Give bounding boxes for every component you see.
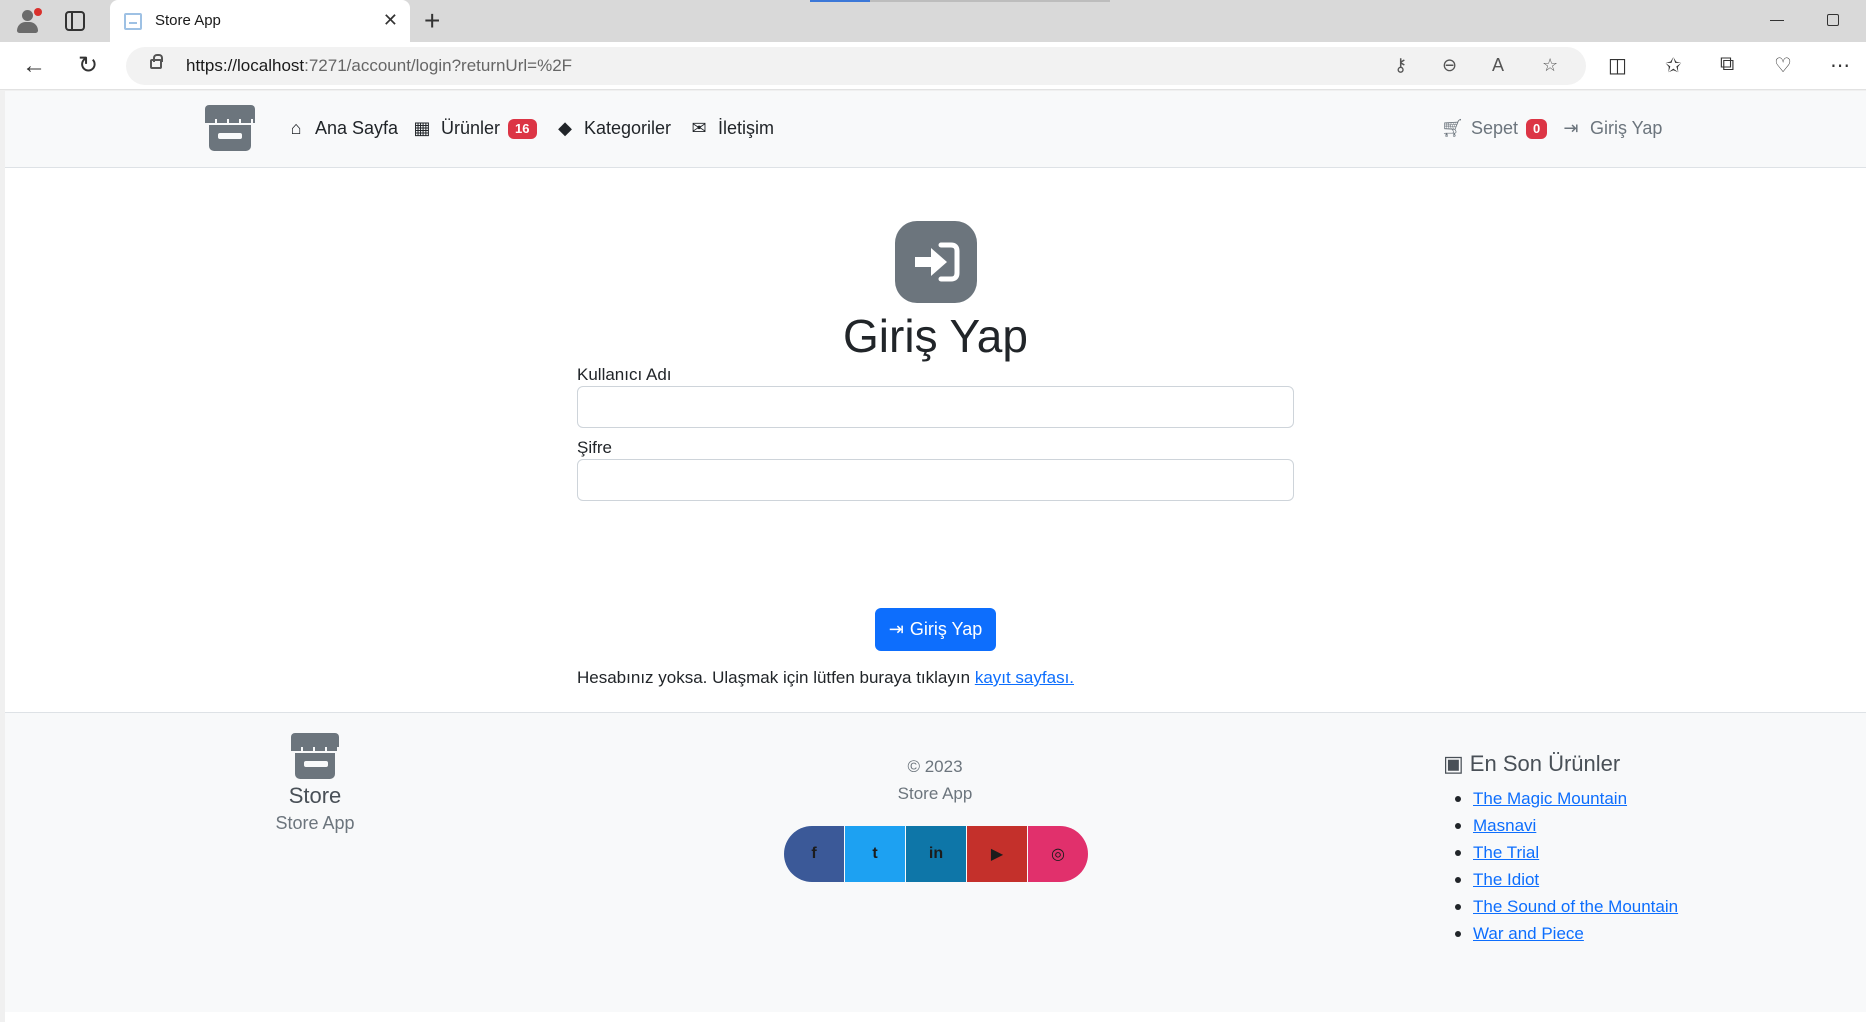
password-label: Şifre [577, 438, 612, 457]
nav-home-label: Ana Sayfa [315, 118, 399, 138]
restore-window-button[interactable] [1827, 14, 1839, 26]
site-navbar: ⌂ Ana Sayfa ▦ Ürünler 16 ◆ Kategoriler ✉… [5, 91, 1866, 168]
register-prompt-text: Hesabınız yoksa. Ulaşmak için lütfen bur… [577, 668, 971, 687]
tab-actions-icon[interactable] [65, 11, 85, 31]
nav-login-link[interactable]: ⇥ Giriş Yap [1560, 118, 1662, 139]
nav-categories-link[interactable]: ◆ Kategoriler [554, 118, 671, 139]
favorite-star-icon[interactable]: ☆ [1542, 55, 1558, 76]
page-title: Giriş Yap [843, 310, 1028, 362]
store-logo-icon [291, 733, 339, 779]
tab-strip-indicator [810, 0, 870, 2]
login-submit-label: Giriş Yap [909, 619, 983, 639]
box-icon: ▣ [1443, 751, 1464, 776]
list-item: The Idiot [1443, 866, 1683, 893]
copyright-text: © 2023 [907, 757, 963, 776]
tags-icon: ◆ [558, 118, 572, 138]
social-links: f t in ▶ ◎ [784, 826, 1088, 882]
envelope-icon: ✉ [691, 118, 707, 138]
house-icon: ⌂ [290, 118, 302, 138]
linkedin-icon[interactable]: in [906, 826, 966, 882]
cart-icon: 🛒︎ [1441, 118, 1464, 138]
username-input[interactable] [577, 386, 1294, 428]
address-bar[interactable]: https://localhost:7271/account/login?ret… [126, 47, 1586, 85]
recent-products-heading: ▣ En Son Ürünler [1443, 751, 1620, 777]
password-input[interactable] [577, 459, 1294, 501]
more-menu-icon[interactable]: ⋯ [1830, 53, 1850, 78]
nav-cart-label: Sepet [1471, 118, 1519, 138]
twitter-icon[interactable]: t [845, 826, 905, 882]
register-prompt: Hesabınız yoksa. Ulaşmak için lütfen bur… [577, 668, 1074, 688]
nav-categories-label: Kategoriler [584, 118, 672, 138]
product-link[interactable]: The Sound of the Mountain [1473, 897, 1678, 916]
username-label: Kullanıcı Adı [577, 365, 672, 384]
key-icon[interactable]: ⚷ [1394, 55, 1407, 76]
refresh-icon[interactable]: ↻ [78, 52, 98, 80]
web-page: ⌂ Ana Sayfa ▦ Ürünler 16 ◆ Kategoriler ✉… [5, 91, 1866, 1022]
browser-toolbar: ← ↻ https://localhost:7271/account/login… [0, 42, 1866, 90]
recent-products-title: En Son Ürünler [1469, 751, 1621, 776]
nav-products-label: Ürünler [441, 118, 501, 138]
nav-home-link[interactable]: ⌂ Ana Sayfa [285, 118, 399, 139]
boxes-icon: ▦ [413, 118, 431, 138]
footer-brand-subtitle: Store App [275, 813, 355, 833]
read-aloud-icon[interactable]: A [1492, 55, 1504, 76]
profile-icon[interactable] [14, 8, 42, 34]
browser-tab-bar: Store App ✕ + [0, 0, 1866, 42]
footer-app-name: Store App [897, 784, 973, 803]
sign-in-icon: ⇥ [888, 619, 904, 639]
minimize-window-button[interactable] [1770, 20, 1784, 21]
cart-count-badge: 0 [1526, 118, 1548, 139]
tab-strip-indicator [870, 0, 1110, 2]
zoom-out-icon[interactable]: ⊖ [1442, 55, 1457, 76]
facebook-icon[interactable]: f [784, 826, 844, 882]
products-count-badge: 16 [508, 118, 537, 139]
footer-brand-title: Store [288, 783, 342, 808]
page-favicon-icon [124, 13, 142, 30]
product-link[interactable]: War and Piece [1473, 924, 1584, 943]
sign-in-icon: ⇥ [1563, 118, 1579, 138]
youtube-icon[interactable]: ▶ [967, 826, 1027, 882]
nav-products-link[interactable]: ▦ Ürünler 16 [411, 118, 537, 139]
instagram-icon[interactable]: ◎ [1028, 826, 1088, 882]
store-logo-icon[interactable] [205, 105, 255, 151]
footer-copyright-block: © 2023 Store App [835, 753, 1035, 807]
register-link[interactable]: kayıt sayfası. [975, 668, 1074, 687]
tab-close-button[interactable]: ✕ [383, 10, 398, 30]
sign-in-icon [895, 221, 977, 303]
nav-contact-link[interactable]: ✉ İletişim [688, 118, 774, 139]
site-footer: Store Store App © 2023 Store App f t in … [5, 712, 1866, 1012]
list-item: War and Piece [1443, 920, 1683, 947]
list-item: The Sound of the Mountain [1443, 893, 1683, 920]
new-tab-button[interactable]: + [424, 6, 440, 36]
login-submit-button[interactable]: ⇥ Giriş Yap [875, 608, 996, 651]
nav-login-label: Giriş Yap [1590, 118, 1663, 138]
list-item: Masnavi [1443, 812, 1683, 839]
product-link[interactable]: The Magic Mountain [1473, 789, 1627, 808]
list-item: The Trial [1443, 839, 1683, 866]
browser-essentials-icon[interactable]: ♡ [1774, 53, 1792, 78]
product-link[interactable]: Masnavi [1473, 816, 1536, 835]
product-link[interactable]: The Idiot [1473, 870, 1539, 889]
tab-title: Store App [155, 12, 221, 29]
favorites-icon[interactable]: ✩ [1665, 53, 1682, 78]
product-link[interactable]: The Trial [1473, 843, 1539, 862]
nav-cart-link[interactable]: 🛒︎ Sepet 0 [1441, 118, 1548, 139]
recent-products-list: The Magic Mountain Masnavi The Trial The… [1443, 785, 1683, 947]
list-item: The Magic Mountain [1443, 785, 1683, 812]
browser-tab[interactable]: Store App ✕ [110, 0, 410, 42]
nav-contact-label: İletişim [718, 118, 775, 138]
collections-icon[interactable]: ⧉ [1720, 53, 1734, 76]
back-arrow-icon[interactable]: ← [22, 52, 46, 80]
lock-icon[interactable] [150, 54, 163, 69]
split-screen-icon[interactable]: ◫ [1608, 53, 1627, 78]
url-text[interactable]: https://localhost:7271/account/login?ret… [186, 56, 572, 76]
